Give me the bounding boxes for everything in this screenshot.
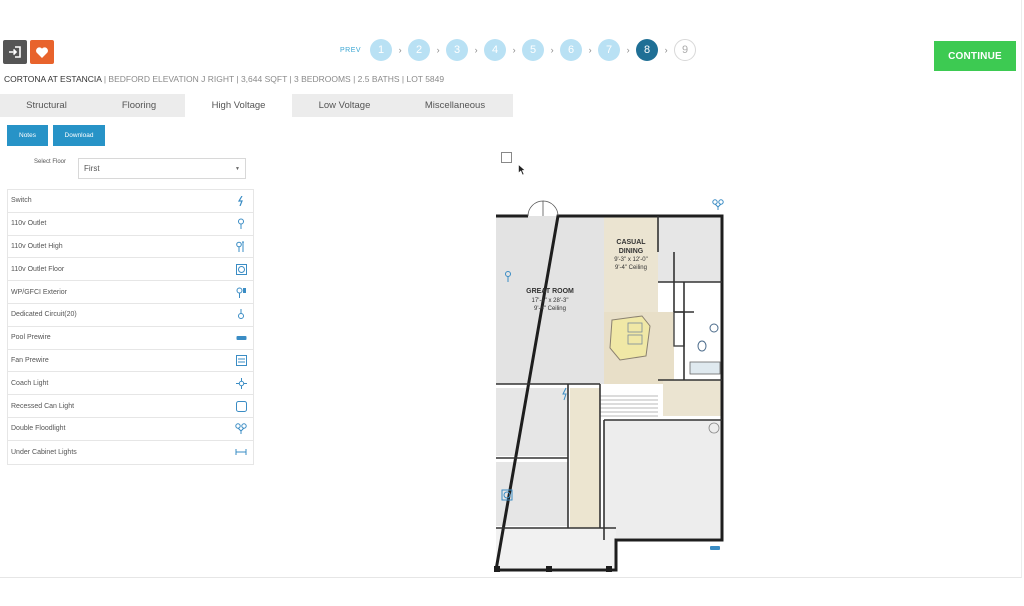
legend-label: Double Floodlight (11, 425, 66, 433)
chevron-right-icon: › (550, 45, 554, 55)
legend-item-outlet[interactable]: 110v Outlet (8, 213, 253, 236)
heart-icon (36, 46, 48, 58)
step-7[interactable]: 7 (598, 39, 621, 61)
legend-item-outlet-floor[interactable]: 110v Outlet Floor (8, 258, 253, 282)
floor-select-value: First (84, 164, 100, 173)
step-3[interactable]: 3 (446, 39, 469, 61)
switch-icon (235, 195, 247, 207)
tab-miscellaneous[interactable]: Miscellaneous (397, 94, 513, 117)
outlet-high-icon (235, 240, 247, 252)
legend-item-fan-prewire[interactable]: Fan Prewire (8, 350, 253, 373)
outlet-floor-icon (235, 263, 247, 275)
mouse-cursor-icon (518, 164, 526, 176)
tab-structural[interactable]: Structural (0, 94, 93, 117)
step-6[interactable]: 6 (560, 39, 583, 61)
step-5[interactable]: 5 (522, 39, 545, 61)
great-room-name: GREAT ROOM (526, 288, 574, 295)
step-8-current[interactable]: 8 (636, 39, 659, 61)
recessed-light-icon (235, 400, 247, 412)
legend-label: Coach Light (11, 379, 49, 387)
symbol-legend: Switch 110v Outlet 110v Outlet High 110v… (7, 189, 254, 465)
legend-label: WP/GFCI Exterior (11, 288, 68, 296)
dedicated-circuit-icon (235, 309, 247, 321)
legend-label: 110v Outlet High (11, 242, 63, 250)
notes-button[interactable]: Notes (7, 125, 48, 146)
step-4[interactable]: 4 (484, 39, 507, 61)
legend-label: Under Cabinet Lights (11, 448, 77, 456)
coach-light-icon (235, 377, 247, 389)
pool-prewire-icon (235, 332, 247, 344)
great-room-size: 17'-4" x 28'-3" (532, 298, 569, 304)
legend-item-under-cabinet-light[interactable]: Under Cabinet Lights (8, 441, 253, 464)
legend-label: Dedicated Circuit(20) (11, 311, 77, 319)
casual-dining-name-1: CASUAL (616, 239, 646, 246)
chevron-right-icon: › (436, 45, 440, 55)
legend-item-switch[interactable]: Switch (8, 190, 253, 213)
great-room-ceiling: 9'-4" Ceiling (534, 306, 566, 312)
floor-plan[interactable]: GREAT ROOM 17'-4" x 28'-3" 9'-4" Ceiling… (488, 192, 734, 576)
legend-item-outlet-high[interactable]: 110v Outlet High (8, 236, 253, 259)
continue-button[interactable]: CONTINUE (934, 41, 1016, 71)
login-button[interactable] (3, 40, 27, 64)
chevron-right-icon: › (626, 45, 630, 55)
favorite-button[interactable] (30, 40, 54, 64)
casual-dining-name-2: DINING (619, 248, 644, 255)
chevron-right-icon: › (664, 45, 668, 55)
home-details: | BEDFORD ELEVATION J RIGHT | 3,644 SQFT… (101, 74, 445, 84)
casual-dining-ceiling: 9'-4" Ceiling (615, 265, 647, 271)
legend-item-dedicated-circuit[interactable]: Dedicated Circuit(20) (8, 304, 253, 327)
casual-dining-size: 9'-3" x 12'-0" (614, 257, 648, 263)
chevron-right-icon: › (588, 45, 592, 55)
legend-label: Switch (11, 197, 32, 205)
gfci-exterior-icon (235, 286, 247, 298)
prev-link[interactable]: PREV (340, 47, 361, 54)
tab-low-voltage[interactable]: Low Voltage (292, 94, 397, 117)
sign-in-icon (9, 46, 21, 58)
legend-label: Pool Prewire (11, 334, 51, 342)
under-cabinet-light-icon (235, 446, 247, 458)
tab-high-voltage[interactable]: High Voltage (185, 94, 292, 117)
double-floodlight-icon (235, 423, 247, 435)
tab-flooring[interactable]: Flooring (93, 94, 185, 117)
fan-prewire-icon (235, 354, 247, 366)
caret-down-icon: ▼ (235, 165, 240, 172)
step-2[interactable]: 2 (408, 39, 431, 61)
step-9[interactable]: 9 (674, 39, 697, 61)
home-name: CORTONA AT ESTANCIA (4, 74, 102, 84)
chevron-right-icon: › (512, 45, 516, 55)
legend-label: Fan Prewire (11, 356, 49, 364)
legend-label: 110v Outlet (11, 220, 47, 228)
option-tabs: Structural Flooring High Voltage Low Vol… (0, 94, 513, 117)
floor-select[interactable]: First ▼ (78, 158, 246, 179)
legend-item-gfci-exterior[interactable]: WP/GFCI Exterior (8, 281, 253, 304)
chevron-right-icon: › (398, 45, 402, 55)
step-navigator: PREV 1 › 2 › 3 › 4 › 5 › 6 › 7 › 8 › 9 (340, 39, 697, 61)
legend-item-pool-prewire[interactable]: Pool Prewire (8, 327, 253, 350)
canvas-select-checkbox[interactable] (501, 152, 512, 163)
legend-item-recessed-light[interactable]: Recessed Can Light (8, 395, 253, 418)
legend-item-double-floodlight[interactable]: Double Floodlight (8, 418, 253, 441)
download-button[interactable]: Download (53, 125, 105, 146)
select-floor-label: Select Floor (34, 159, 67, 165)
outlet-icon (235, 218, 247, 230)
legend-item-coach-light[interactable]: Coach Light (8, 372, 253, 396)
legend-label: 110v Outlet Floor (11, 265, 65, 273)
chevron-right-icon: › (474, 45, 478, 55)
home-subtitle: CORTONA AT ESTANCIA | BEDFORD ELEVATION … (4, 74, 444, 84)
step-1[interactable]: 1 (370, 39, 393, 61)
legend-label: Recessed Can Light (11, 402, 75, 410)
